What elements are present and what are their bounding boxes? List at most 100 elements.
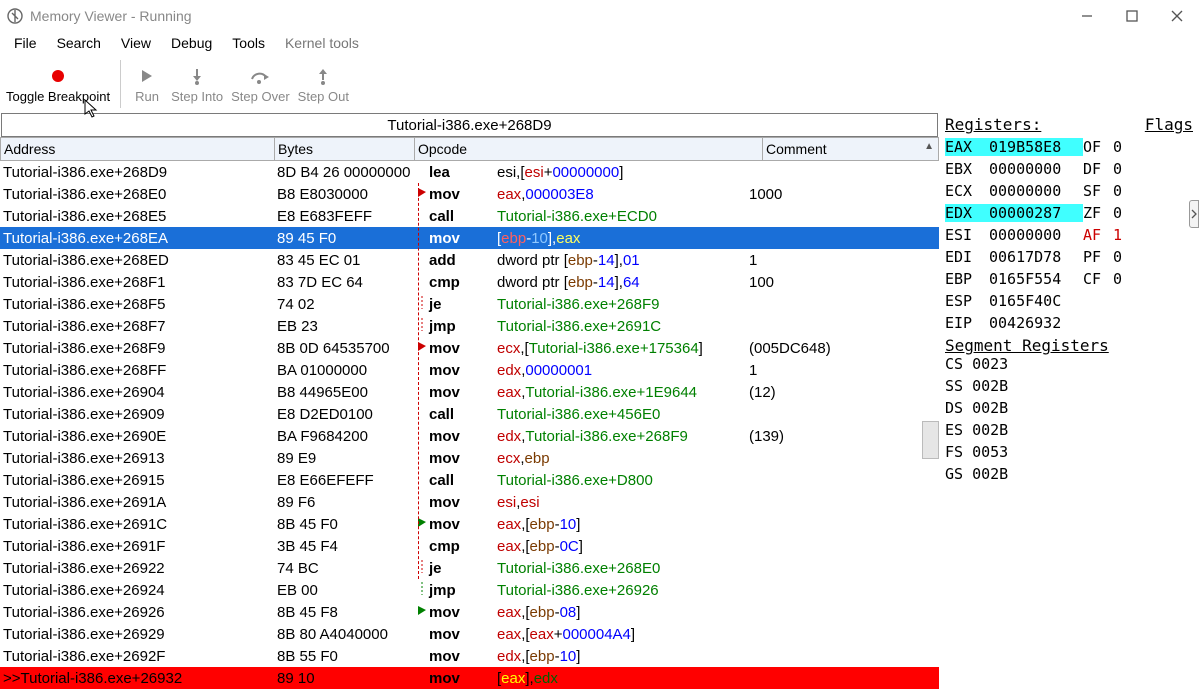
disassembly-row[interactable]: Tutorial-i386.exe+268FFBA 01000000movedx… <box>0 359 939 381</box>
scrollbar-thumb[interactable] <box>922 421 939 459</box>
flow-arrow-icon <box>414 318 426 335</box>
disassembly-row[interactable]: Tutorial-i386.exe+269298B 80 A4040000mov… <box>0 623 939 645</box>
cell-opcode: mov <box>426 340 494 357</box>
disassembly-row[interactable]: Tutorial-i386.exe+2691F3B 45 F4cmpeax,[e… <box>0 535 939 557</box>
disassembly-row[interactable]: Tutorial-i386.exe+269268B 45 F8moveax,[e… <box>0 601 939 623</box>
cell-bytes: 89 E9 <box>274 450 414 467</box>
register-row[interactable]: EBP0165F554CF0 <box>945 268 1193 290</box>
segment-row[interactable]: DS 002B <box>945 399 1193 421</box>
register-row[interactable]: ECX00000000SF0 <box>945 180 1193 202</box>
scroll-up-icon[interactable]: ▲ <box>924 141 934 152</box>
disassembly-row[interactable]: Tutorial-i386.exe+2690EBA F9684200movedx… <box>0 425 939 447</box>
cell-operands: Tutorial-i386.exe+268E0 <box>494 560 746 577</box>
disassembly-row[interactable]: Tutorial-i386.exe+268ED83 45 EC 01adddwo… <box>0 249 939 271</box>
cell-operands: [eax],edx <box>494 670 746 687</box>
step-out-icon <box>312 65 334 87</box>
register-row[interactable]: ESI00000000AF1 <box>945 224 1193 246</box>
cell-opcode: mov <box>426 516 494 533</box>
flag-name: SF <box>1083 182 1113 200</box>
menu-tools[interactable]: Tools <box>222 33 275 53</box>
cell-address: Tutorial-i386.exe+2690E <box>0 428 274 445</box>
breakpoint-icon <box>47 65 69 87</box>
disassembly-row[interactable]: Tutorial-i386.exe+26909E8 D2ED0100callTu… <box>0 403 939 425</box>
menu-view[interactable]: View <box>111 33 161 53</box>
step-over-label: Step Over <box>231 89 290 104</box>
cell-opcode: add <box>426 252 494 269</box>
cell-address: Tutorial-i386.exe+2691A <box>0 494 274 511</box>
register-row[interactable]: EAX019B58E8OF0 <box>945 136 1193 158</box>
segment-row[interactable]: ES 002B <box>945 421 1193 443</box>
minimize-button[interactable] <box>1064 0 1109 31</box>
register-row[interactable]: EIP00426932 <box>945 312 1193 334</box>
register-value: 00000000 <box>989 226 1083 244</box>
segment-row[interactable]: CS 0023 <box>945 355 1193 377</box>
segment-row[interactable]: SS 002B <box>945 377 1193 399</box>
cell-bytes: 8B 45 F0 <box>274 516 414 533</box>
disassembly-row[interactable]: Tutorial-i386.exe+2691A89 F6movesi,esi <box>0 491 939 513</box>
cell-bytes: 8D B4 26 00000000 <box>274 164 414 181</box>
cell-operands: ecx,[Tutorial-i386.exe+175364] <box>494 340 746 357</box>
cell-opcode: mov <box>426 648 494 665</box>
segment-row[interactable]: GS 002B <box>945 465 1193 487</box>
register-row[interactable]: EDI00617D78PF0 <box>945 246 1193 268</box>
disassembly-row[interactable]: Tutorial-i386.exe+2692274 BCjeTutorial-i… <box>0 557 939 579</box>
register-row[interactable]: EBX00000000DF0 <box>945 158 1193 180</box>
disassembly-row[interactable]: Tutorial-i386.exe+268EA89 45 F0mov[ebp-1… <box>0 227 939 249</box>
menu-file[interactable]: File <box>4 33 47 53</box>
disassembly-row[interactable]: Tutorial-i386.exe+2692F8B 55 F0movedx,[e… <box>0 645 939 667</box>
side-panel-toggle[interactable] <box>1189 200 1199 228</box>
disassembly-row[interactable]: Tutorial-i386.exe+268F98B 0D 64535700mov… <box>0 337 939 359</box>
registers-header: Registers: Flags <box>945 115 1193 134</box>
disassembly-row[interactable]: Tutorial-i386.exe+268F183 7D EC 64cmpdwo… <box>0 271 939 293</box>
step-out-button[interactable]: Step Out <box>294 57 353 111</box>
chevron-right-icon <box>1191 209 1197 219</box>
segment-registers-title: Segment Registers <box>945 336 1193 355</box>
register-row[interactable]: EDX00000287ZF0 <box>945 202 1193 224</box>
disassembly-row[interactable]: Tutorial-i386.exe+268E0B8 E8030000moveax… <box>0 183 939 205</box>
run-button[interactable]: Run <box>127 57 167 111</box>
toolbar-separator <box>120 60 121 108</box>
disassembly-row[interactable]: Tutorial-i386.exe+2691C8B 45 F0moveax,[e… <box>0 513 939 535</box>
menu-debug[interactable]: Debug <box>161 33 222 53</box>
flow-arrow-icon <box>414 296 426 313</box>
flow-arrow-icon <box>414 582 426 599</box>
header-bytes[interactable]: Bytes <box>275 138 415 160</box>
maximize-button[interactable] <box>1109 0 1154 31</box>
register-row[interactable]: ESP0165F40C <box>945 290 1193 312</box>
register-name: EBP <box>945 270 989 288</box>
cell-comment: (139) <box>746 428 939 445</box>
segment-row[interactable]: FS 0053 <box>945 443 1193 465</box>
header-comment[interactable]: Comment ▲ <box>763 138 938 160</box>
flag-value: 0 <box>1113 270 1133 288</box>
menu-bar: File Search View Debug Tools Kernel tool… <box>0 31 1199 55</box>
disassembly-row[interactable]: Tutorial-i386.exe+26915E8 E66EFEFFcallTu… <box>0 469 939 491</box>
disassembly-rows[interactable]: Tutorial-i386.exe+268D98D B4 26 00000000… <box>0 161 939 698</box>
disassembly-row[interactable]: Tutorial-i386.exe+2691389 E9movecx,ebp <box>0 447 939 469</box>
context-address-box[interactable]: Tutorial-i386.exe+268D9 <box>1 113 938 137</box>
cell-comment: 1000 <box>746 186 939 203</box>
cell-opcode: mov <box>426 362 494 379</box>
cell-operands: eax,[ebp-08] <box>494 604 746 621</box>
cell-bytes: 74 BC <box>274 560 414 577</box>
disassembly-row[interactable]: Tutorial-i386.exe+268F7EB 23jmpTutorial-… <box>0 315 939 337</box>
disassembly-row[interactable]: Tutorial-i386.exe+268F574 02jeTutorial-i… <box>0 293 939 315</box>
close-button[interactable] <box>1154 0 1199 31</box>
disassembly-row[interactable]: Tutorial-i386.exe+26904B8 44965E00moveax… <box>0 381 939 403</box>
disassembly-row[interactable]: Tutorial-i386.exe+26924EB 00jmpTutorial-… <box>0 579 939 601</box>
header-opcode[interactable]: Opcode <box>415 138 763 160</box>
step-into-button[interactable]: Step Into <box>167 57 227 111</box>
cell-operands: dword ptr [ebp-14],64 <box>494 274 746 291</box>
header-address[interactable]: Address <box>1 138 275 160</box>
cell-bytes: 3B 45 F4 <box>274 538 414 555</box>
cell-operands: eax,[eax+000004A4] <box>494 626 746 643</box>
cell-opcode: call <box>426 406 494 423</box>
menu-kernel-tools[interactable]: Kernel tools <box>275 33 369 53</box>
step-over-button[interactable]: Step Over <box>227 57 294 111</box>
disassembly-row[interactable]: >>Tutorial-i386.exe+2693289 10mov[eax],e… <box>0 667 939 689</box>
disassembly-row[interactable]: Tutorial-i386.exe+268D98D B4 26 00000000… <box>0 161 939 183</box>
register-value: 00000000 <box>989 160 1083 178</box>
cell-address: Tutorial-i386.exe+26926 <box>0 604 274 621</box>
menu-search[interactable]: Search <box>47 33 111 53</box>
disassembly-row[interactable]: Tutorial-i386.exe+268E5E8 E683FEFFcallTu… <box>0 205 939 227</box>
flag-name: PF <box>1083 248 1113 266</box>
